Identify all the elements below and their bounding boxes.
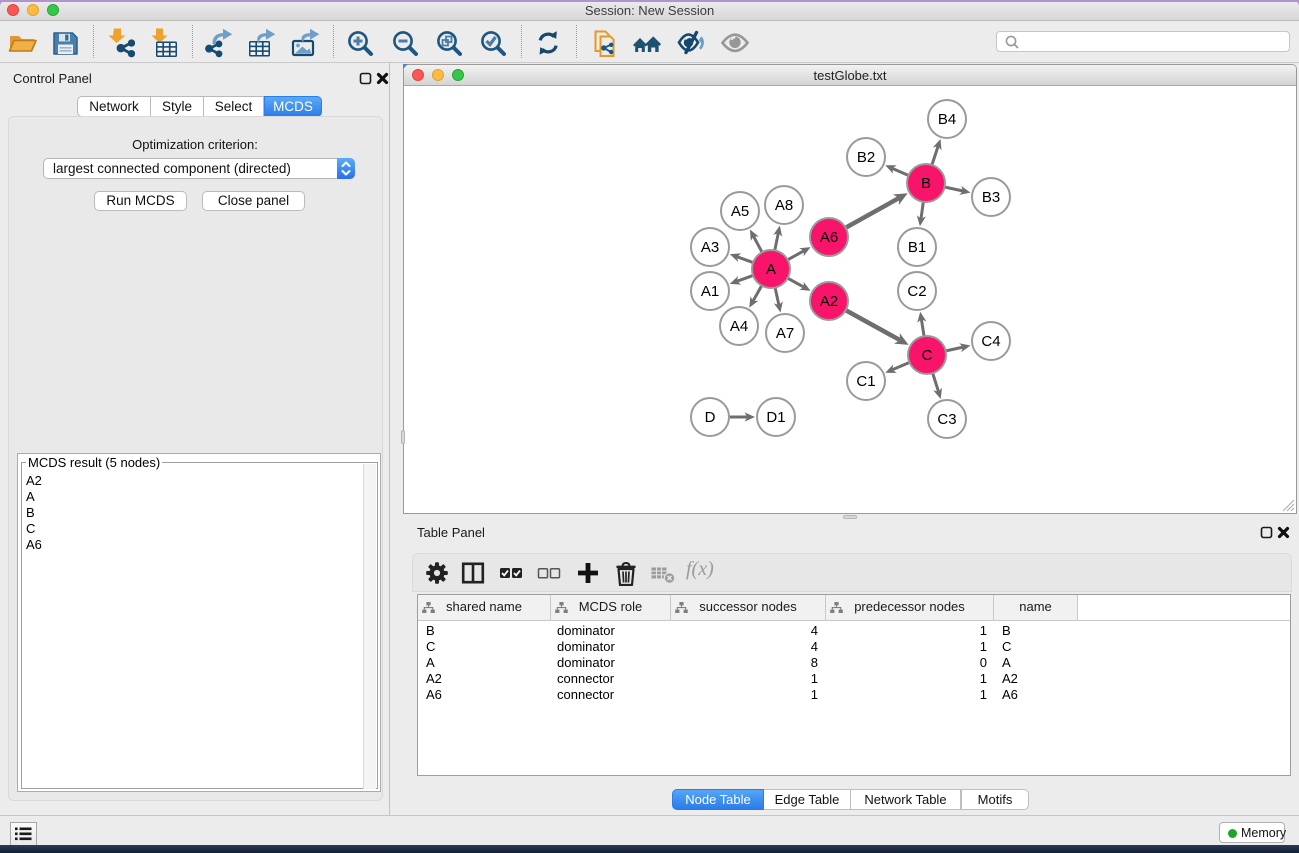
svg-text:C1: C1 xyxy=(856,373,875,390)
svg-text:C2: C2 xyxy=(907,283,926,300)
svg-text:B: B xyxy=(921,175,931,192)
svg-text:C4: C4 xyxy=(981,333,1000,350)
svg-text:A8: A8 xyxy=(775,197,793,214)
svg-text:C: C xyxy=(922,347,933,364)
svg-text:A2: A2 xyxy=(820,293,838,310)
svg-text:A1: A1 xyxy=(701,283,719,300)
svg-text:A: A xyxy=(766,261,776,278)
svg-text:A5: A5 xyxy=(731,203,749,220)
svg-text:B3: B3 xyxy=(982,189,1000,206)
svg-text:A7: A7 xyxy=(776,325,794,342)
svg-text:D1: D1 xyxy=(766,409,785,426)
svg-text:D: D xyxy=(705,409,716,426)
svg-text:A3: A3 xyxy=(701,239,719,256)
svg-text:B4: B4 xyxy=(938,111,956,128)
svg-text:C3: C3 xyxy=(937,411,956,428)
svg-text:B1: B1 xyxy=(908,239,926,256)
svg-text:B2: B2 xyxy=(857,149,875,166)
svg-text:A6: A6 xyxy=(820,229,838,246)
svg-text:A4: A4 xyxy=(730,318,748,335)
